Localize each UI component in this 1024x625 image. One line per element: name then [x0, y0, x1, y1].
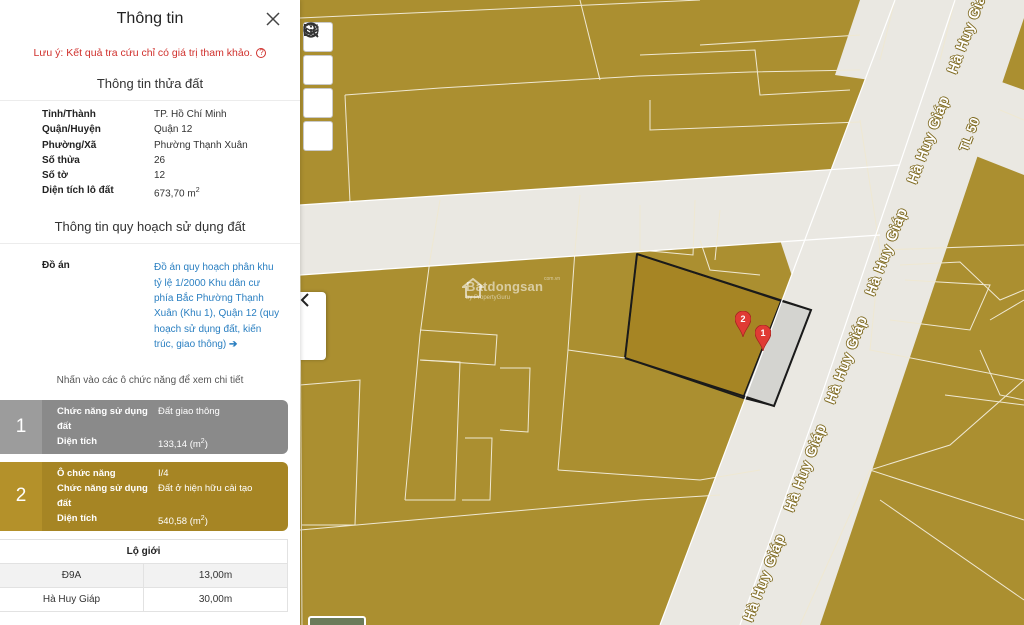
watermark-name: Batdongsan — [466, 279, 544, 294]
parcel-value: 673,70 m2 — [154, 183, 200, 202]
function-card-value: 540,58 (m2) — [158, 511, 208, 529]
function-card-row: Chức năng sử dụng đất Đất ở hiện hữu cải… — [57, 481, 288, 512]
parcel-row-ward: Phường/Xã Phường Thạnh Xuân — [42, 138, 300, 153]
map-toolbar — [303, 22, 333, 154]
help-icon[interactable]: ? — [256, 48, 267, 58]
panel-title: Thông tin — [116, 10, 184, 27]
parcel-label: Số tờ — [42, 170, 68, 182]
parcel-area-value: 673,70 m — [154, 188, 196, 200]
area-close-paren: ) — [204, 439, 208, 451]
function-hint: Nhấn vào các ô chức năng để xem chi tiết — [56, 374, 244, 386]
disclaimer-notice: Lưu ý: Kết quả tra cứu chỉ có giá trị th… — [0, 47, 300, 59]
function-card-value: Đất ở hiện hữu cải tạo — [158, 482, 253, 494]
arrow-right-icon[interactable]: ➔ — [229, 339, 237, 350]
function-card-label: Chức năng sử dụng đất — [57, 405, 148, 432]
function-card-row: Diện tích 133,14 (m2) — [57, 434, 288, 452]
area-value: 540,58 (m — [158, 516, 201, 528]
plan-link[interactable]: Đồ án quy hoạch phân khu tỷ lệ 1/2000 Kh… — [154, 260, 282, 352]
close-icon — [266, 12, 280, 26]
parcel-value: 26 — [154, 154, 166, 166]
parcel-label: Số thửa — [42, 154, 80, 166]
road-width: 13,00m — [198, 569, 233, 581]
map-pin-1-label: 1 — [760, 328, 766, 338]
road-width-table: Lộ giới Đ9A 13,00m Hà Huy Giáp 30,00m — [0, 538, 288, 612]
function-card-row: Ô chức năng I/4 — [57, 466, 288, 481]
plan-link-text[interactable]: Đồ án quy hoạch phân khu tỷ lệ 1/2000 Kh… — [154, 262, 279, 350]
parcel-value: 12 — [154, 170, 166, 182]
function-card-body: Ô chức năng I/4 Chức năng sử dụng đất Đấ… — [42, 462, 288, 531]
collapse-panel-button[interactable] — [300, 292, 326, 360]
function-card-value: Đất giao thông — [158, 405, 220, 417]
parcel-row-lot-number: Số thửa 26 — [42, 153, 300, 168]
table-row: Đ9A 13,00m — [0, 563, 287, 588]
parcel-value: Phường Thạnh Xuân — [154, 139, 248, 151]
function-card-label: Diện tích — [57, 436, 98, 448]
parcel-label: Diện tích lô đất — [42, 185, 114, 197]
function-card-label: Chức năng sử dụng đất — [57, 482, 148, 510]
watermark-domain: com.vn — [544, 276, 561, 282]
planning-section-title: Thông tin quy hoạch sử dụng đất — [0, 219, 300, 245]
parcel-section-title: Thông tin thửa đất — [0, 76, 300, 101]
parcel-row-area: Diện tích lô đất 673,70 m2 — [42, 183, 300, 202]
function-card-number: 1 — [0, 399, 42, 454]
parcel-value: TP. Hồ Chí Minh — [154, 109, 227, 120]
map-pin-2-label: 2 — [740, 314, 746, 324]
layers-button[interactable] — [303, 22, 333, 85]
function-card-label: Diện tích — [57, 513, 98, 525]
table-row: Hà Huy Giáp 30,00m — [0, 587, 287, 611]
info-button[interactable] — [303, 22, 333, 151]
area-value: 133,14 (m — [158, 439, 201, 451]
parcel-row-district: Quận/Huyện Quận 12 — [42, 122, 300, 137]
function-card-label: Ô chức năng — [57, 467, 116, 479]
info-icon — [303, 22, 319, 38]
panel-header: Thông tin — [0, 0, 300, 38]
batdongsan-watermark: com.vn Batdongsan by PropertyGuru — [462, 276, 560, 301]
chevron-left-icon — [300, 293, 309, 307]
watermark-sub: by PropertyGuru — [466, 295, 511, 301]
parcel-label: Quận/Huyện — [42, 124, 101, 136]
function-card-row: Chức năng sử dụng đất Đất giao thông — [57, 404, 288, 435]
disclaimer-text: Lưu ý: Kết quả tra cứu chỉ có giá trị th… — [33, 47, 253, 59]
parcel-label: Phường/Xã — [42, 139, 97, 151]
road-width: 30,00m — [198, 593, 233, 605]
road-width-title: Lộ giới — [0, 540, 287, 564]
function-card-body: Chức năng sử dụng đất Đất giao thông Diệ… — [42, 400, 288, 454]
close-button[interactable] — [264, 10, 282, 28]
info-panel: Thông tin Lưu ý: Kết quả tra cứu chỉ có … — [0, 0, 300, 625]
parcel-info: Tỉnh/Thành TP. Hồ Chí Minh Quận/Huyện Qu… — [0, 101, 300, 202]
map-pin-1[interactable]: 1 — [755, 325, 771, 351]
parcel-value: Quận 12 — [154, 124, 193, 136]
plan-row: Đồ án Đồ án quy hoạch phân khu tỷ lệ 1/2… — [0, 244, 300, 352]
road-name: Đ9A — [0, 563, 144, 587]
parcel-area-unit-sup: 2 — [195, 187, 200, 195]
basemap-thumbnail[interactable] — [308, 616, 366, 625]
map-pin-2[interactable]: 2 — [735, 311, 751, 337]
function-card-1[interactable]: 1 Chức năng sử dụng đất Đất giao thông D… — [0, 399, 288, 454]
legend-button[interactable] — [303, 24, 333, 118]
function-card-value: I/4 — [158, 467, 169, 479]
parcel-row-province: Tỉnh/Thành TP. Hồ Chí Minh — [42, 107, 300, 122]
parcel-label: Tỉnh/Thành — [42, 109, 96, 120]
area-close-paren: ) — [204, 516, 208, 528]
road-name: Hà Huy Giáp — [0, 587, 144, 611]
function-card-value: 133,14 (m2) — [158, 434, 208, 452]
function-card-number: 2 — [0, 461, 42, 531]
function-card-row: Diện tích 540,58 (m2) — [57, 511, 288, 529]
parcel-row-sheet-number: Số tờ 12 — [42, 168, 300, 183]
plan-label: Đồ án — [42, 260, 70, 272]
function-card-2[interactable]: 2 Ô chức năng I/4 Chức năng sử dụng đất … — [0, 461, 288, 531]
